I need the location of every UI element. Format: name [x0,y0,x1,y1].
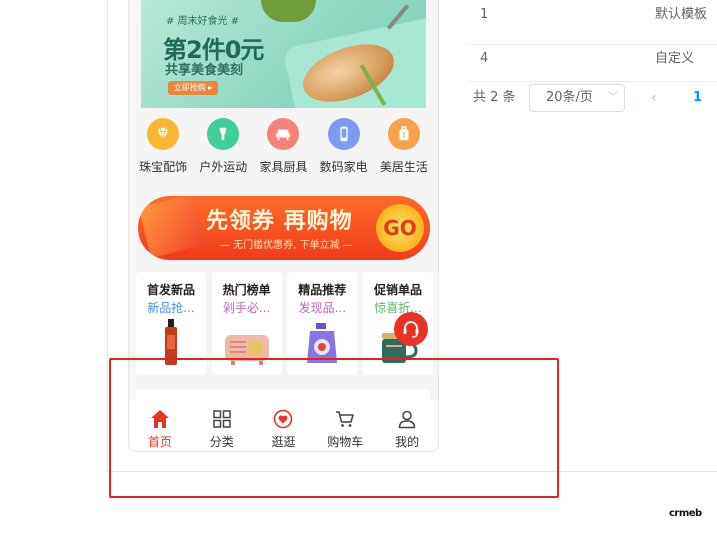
category-item-jewelry[interactable]: 珠宝配饰 [134,118,192,180]
card-subtitle: 新品抢... [147,301,195,315]
coupon-title: 先领券 再购物 [206,209,353,234]
table-row[interactable]: 4 自定义 [467,37,717,82]
card-title: 促销单品 [373,283,422,297]
luggage-icon [387,118,420,150]
feature-card-new[interactable]: 首发新品 新品抢... [136,272,206,375]
user-icon [398,410,416,429]
phone-icon [327,118,360,150]
row-id: 4 [480,51,489,66]
category-nav: 珠宝配饰 户外运动 家具厨具 数码家电 美居生活 [129,118,438,180]
pagination: 共 2 条 20条/页 ﹀ ‹ 1 [467,82,717,114]
gem-icon [147,118,180,150]
card-subtitle: 惊喜折... [374,301,422,315]
coupon-banner[interactable]: 先领券 再购物 — 无门槛优惠券, 下单立减 — GO [138,196,430,260]
card-title: 热门榜单 [222,283,271,297]
page-size-value: 20条/页 [546,90,593,105]
category-label: 美居生活 [379,160,428,174]
page-size-select[interactable]: 20条/页 ﹀ [529,84,625,112]
prev-page-button[interactable]: ‹ [651,82,657,114]
headset-icon [403,321,419,338]
card-title: 精品推荐 [298,283,347,297]
tab-label: 逛逛 [271,435,296,449]
category-label: 数码家电 [319,160,368,174]
card-subtitle: 发现品... [298,301,347,315]
bottle-product-image [165,319,177,365]
heart-circle-icon [274,409,293,429]
row-type: 自定义 [655,51,695,66]
category-item-outdoor[interactable]: 户外运动 [194,118,252,180]
feature-cards: 首发新品 新品抢... 热门榜单 剁手必... 精品推荐 发现品... 促销单品… [136,272,433,375]
pagination-total: 共 2 条 [473,90,516,105]
brand-logo: crmeb [669,508,702,519]
tab-label: 购物车 [327,435,364,449]
banner-subline: 共享美食美刻 [165,63,244,78]
mobile-preview: # 周末好食光 # 第2件0元 共享美食美刻 立即抢购 ▸ 珠宝配饰 户外运动 … [128,0,439,452]
promo-banner[interactable]: # 周末好食光 # 第2件0元 共享美食美刻 立即抢购 ▸ [141,0,426,108]
red-envelope-graphic [138,196,206,259]
tab-cart[interactable]: 购物车 [314,400,376,451]
category-item-digital[interactable]: 数码家电 [315,118,373,180]
tab-profile[interactable]: 我的 [376,400,438,451]
cart-icon [336,411,355,427]
feature-card-recommend[interactable]: 精品推荐 发现品... [287,272,358,375]
tab-home[interactable]: 首页 [129,400,191,451]
category-item-home[interactable]: 美居生活 [375,118,433,180]
left-divider [107,0,108,473]
tab-label: 首页 [147,435,172,449]
category-label: 家具厨具 [259,160,308,174]
card-title: 首发新品 [146,283,195,297]
category-label: 户外运动 [199,160,248,174]
home-icon [150,410,169,428]
bottom-tab-bar: 首页 分类 逛逛 购物车 我的 [129,400,438,451]
tab-label: 我的 [395,435,420,449]
tab-browse[interactable]: 逛逛 [253,400,315,451]
bottom-divider [108,471,717,472]
badminton-icon [207,118,240,150]
banner-cta-button[interactable]: 立即抢购 ▸ [168,81,218,95]
grid-icon [212,410,231,428]
row-id: 1 [480,7,489,22]
card-subtitle: 剁手必... [222,301,271,315]
chevron-down-icon: ﹀ [608,92,618,103]
category-item-furniture[interactable]: 家具厨具 [254,118,312,180]
row-type: 默认模板 [655,7,708,22]
radio-product-image [224,335,269,365]
banner-tag: # 周末好食光 # [166,16,240,27]
banner-bowl-graphic [261,0,316,22]
customer-service-button[interactable] [394,312,428,346]
current-page-number[interactable]: 1 [693,82,702,114]
feature-card-hot[interactable]: 热门榜单 剁手必... [211,272,282,375]
coupon-note: — 无门槛优惠券, 下单立减 — [220,240,353,251]
sofa-icon [267,118,300,150]
tab-category[interactable]: 分类 [191,400,253,451]
detergent-product-image [307,323,338,363]
coupon-go-button[interactable]: GO [376,204,424,252]
category-label: 珠宝配饰 [139,160,188,174]
tab-label: 分类 [209,435,234,449]
